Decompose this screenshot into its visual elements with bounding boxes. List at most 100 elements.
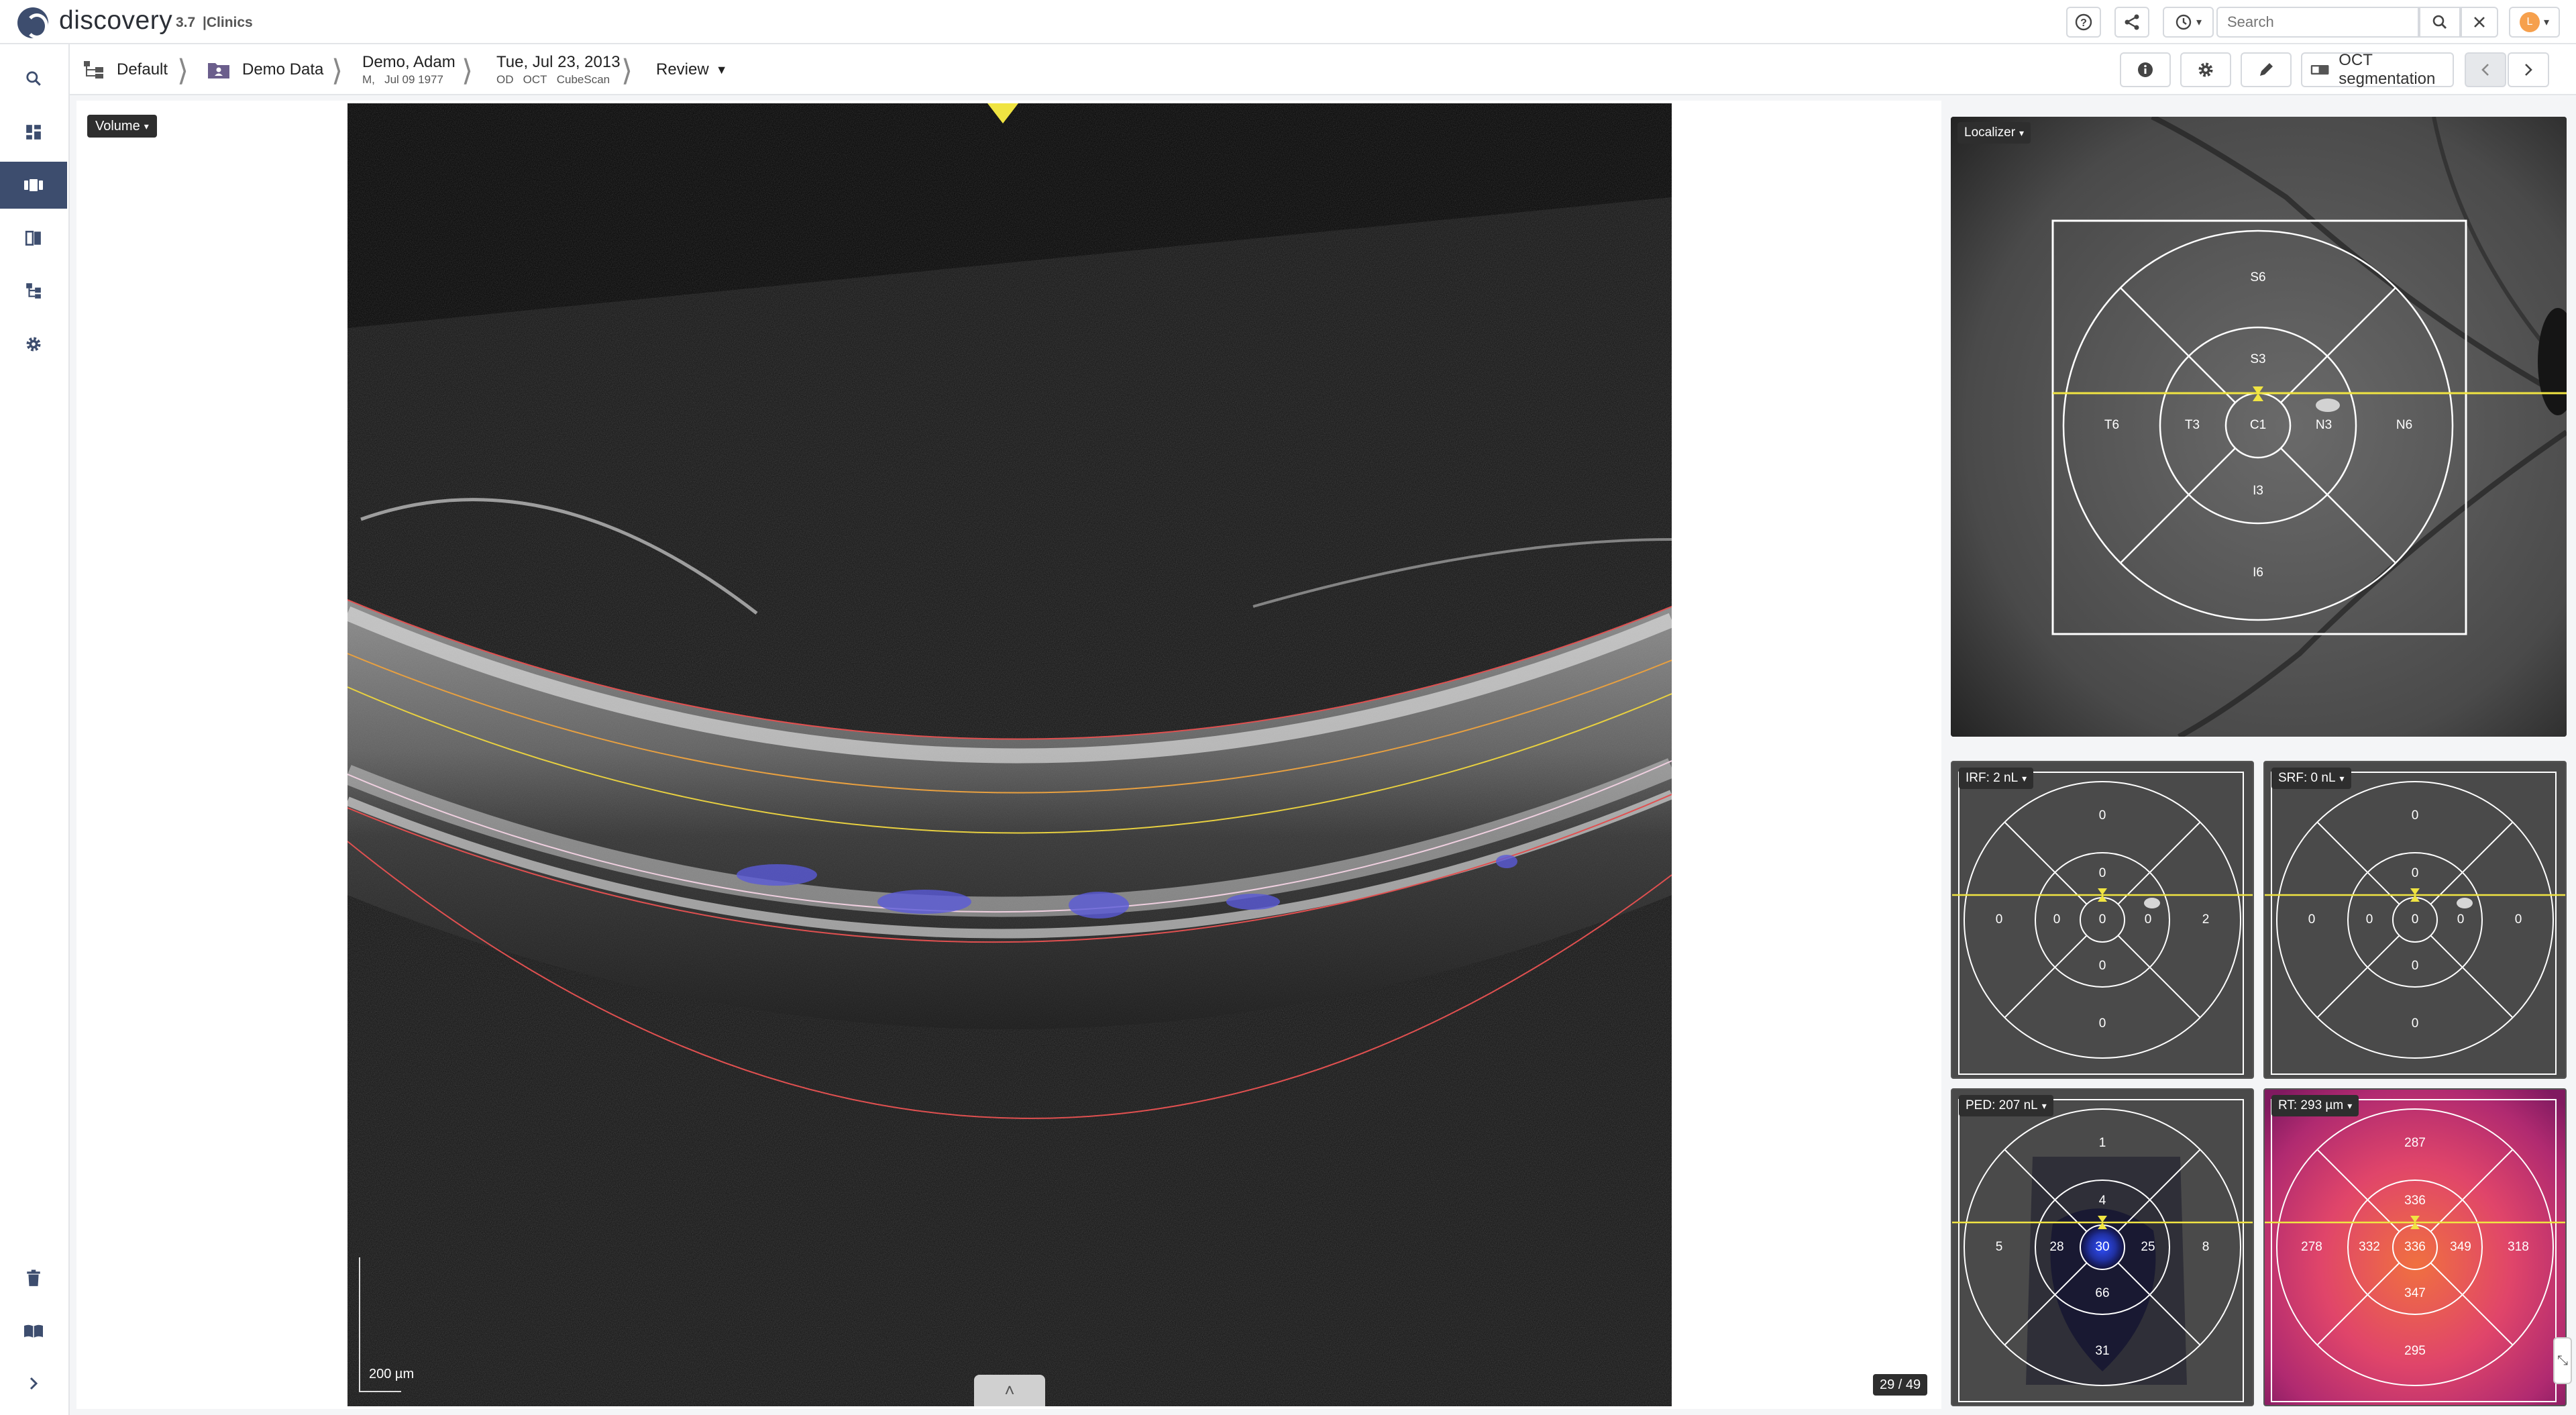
sector-T3: T3 [2185, 418, 2200, 432]
search-button[interactable] [2419, 7, 2461, 38]
ped-N3: 25 [2141, 1240, 2155, 1254]
rt-panel[interactable]: RT: 293 µm ▾ 287 336 278 332 336 349 318… [2263, 1088, 2567, 1406]
nav-compare[interactable] [0, 215, 67, 262]
irf-S6: 0 [2099, 808, 2106, 823]
srf-map: 0 0 0 0 0 0 0 0 0 [2265, 762, 2565, 1078]
rt-S6: 287 [2404, 1136, 2426, 1150]
mode-dropdown[interactable]: Review ▼ [656, 44, 728, 95]
crumb-patient[interactable]: Demo, Adam M, Jul 09 1977 [362, 44, 455, 95]
rt-N6: 318 [2508, 1240, 2529, 1254]
prev-button[interactable] [2465, 52, 2506, 87]
help-button[interactable]: ? [2066, 7, 2101, 38]
nav-settings[interactable] [0, 321, 67, 368]
nav-workflow[interactable] [0, 267, 67, 314]
search-input[interactable] [2216, 7, 2419, 38]
mode-label: Review [656, 60, 709, 78]
next-button[interactable] [2508, 52, 2549, 87]
app-name: discovery [59, 6, 173, 35]
localizer-panel[interactable]: Localizer ▾ S6 S3 T6 T3 C1 N3 N6 I3 I6 [1951, 117, 2567, 737]
crumb-exam[interactable]: Tue, Jul 23, 2013 OD OCT CubeScan [496, 44, 621, 95]
irf-map: 0 0 0 0 0 0 2 0 0 [1952, 762, 2253, 1078]
chevron-up-icon: ˄ [1004, 1380, 1015, 1400]
share-button[interactable] [2114, 7, 2149, 38]
chevron-down-icon: ▾ [2022, 772, 2027, 784]
clear-search-button[interactable] [2461, 7, 2498, 38]
info-button[interactable] [2120, 52, 2171, 87]
localizer-label: Localizer [1964, 125, 2016, 140]
localizer-dropdown[interactable]: Localizer ▾ [1957, 122, 2031, 144]
workflow-icon [26, 283, 41, 299]
irf-N3: 0 [2145, 912, 2152, 927]
chevron-right-icon: ⟩ [462, 54, 474, 87]
ped-I6: 31 [2095, 1344, 2109, 1358]
svg-text:?: ? [2080, 17, 2087, 29]
irf-I6: 0 [2099, 1016, 2106, 1031]
patient-sex: M, [362, 73, 375, 86]
chevron-down-icon: ▾ [2041, 1100, 2047, 1111]
exam-date: Tue, Jul 23, 2013 [496, 53, 621, 71]
nav-search[interactable] [0, 55, 67, 102]
irf-N6: 2 [2202, 912, 2210, 927]
srf-T6: 0 [2308, 912, 2316, 927]
compare-icon [25, 230, 41, 246]
gear-icon [2198, 62, 2213, 77]
chevron-down-icon: ▾ [2347, 1100, 2353, 1111]
srf-label: SRF: 0 nL [2278, 771, 2336, 785]
ped-I3: 66 [2095, 1286, 2109, 1300]
patient-dob: Jul 09 1977 [384, 73, 443, 86]
srf-S3: 0 [2412, 866, 2419, 880]
chevron-right-icon: ⟩ [177, 54, 189, 87]
sector-S6: S6 [2250, 270, 2265, 284]
panel-resize-handle[interactable]: ⤡ [2553, 1337, 2572, 1384]
srf-panel[interactable]: SRF: 0 nL ▾ 0 0 0 0 0 0 0 0 0 [2263, 761, 2567, 1079]
irf-panel[interactable]: IRF: 2 nL ▾ 0 0 0 0 0 0 2 0 0 [1951, 761, 2254, 1079]
sector-N6: N6 [2396, 418, 2412, 432]
irf-dropdown[interactable]: IRF: 2 nL ▾ [1959, 768, 2034, 789]
view-settings-button[interactable] [2180, 52, 2231, 87]
chevron-down-icon: ▾ [2019, 127, 2025, 138]
nav-trash[interactable] [0, 1255, 67, 1302]
chevron-right-icon [2525, 64, 2532, 76]
ped-panel[interactable]: PED: 207 nL ▾ 1 4 5 28 30 25 8 66 31 [1951, 1088, 2254, 1406]
chevron-right-icon: ⟩ [621, 54, 633, 87]
irf-T3: 0 [2053, 912, 2061, 927]
patient-name: Demo, Adam [362, 53, 455, 71]
search-icon [26, 71, 41, 86]
nav-viewer[interactable] [0, 162, 67, 209]
irf-I3: 0 [2099, 959, 2106, 973]
resize-icon: ⤡ [2557, 1353, 2568, 1368]
breadcrumb: Default ⟩ Demo Data ⟩ Demo, Adam M, Jul … [70, 44, 2576, 95]
rt-I3: 347 [2404, 1286, 2426, 1300]
nav-expand[interactable] [0, 1360, 67, 1407]
ped-dropdown[interactable]: PED: 207 nL ▾ [1959, 1095, 2053, 1116]
crumb-project[interactable]: Demo Data [207, 44, 323, 95]
exam-eye: OD [496, 73, 514, 86]
rt-dropdown[interactable]: RT: 293 µm ▾ [2271, 1095, 2359, 1116]
user-menu-button[interactable]: L ▾ [2509, 7, 2560, 38]
oct-bscan-graphic [347, 103, 1672, 1406]
avatar: L [2519, 12, 2540, 32]
srf-dropdown[interactable]: SRF: 0 nL ▾ [2271, 768, 2351, 789]
irf-label: IRF: 2 nL [1966, 771, 2019, 785]
history-dropdown[interactable]: ▾ [2163, 7, 2214, 38]
annotate-button[interactable] [2241, 52, 2292, 87]
ped-label: PED: 207 nL [1966, 1098, 2038, 1112]
oct-bscan-image[interactable] [347, 103, 1672, 1406]
crumb-workspace-label: Default [117, 60, 168, 78]
nav-docs[interactable] [0, 1308, 67, 1355]
crumb-workspace[interactable]: Default [83, 44, 168, 95]
exam-modality: OCT [523, 73, 547, 86]
ped-T3: 28 [2049, 1240, 2063, 1254]
volume-dropdown[interactable]: Volume ▾ [87, 115, 157, 138]
sector-I3: I3 [2253, 484, 2263, 498]
oct-segmentation-button[interactable]: OCT segmentation [2301, 51, 2454, 88]
oct-segmentation-label: OCT segmentation [2339, 51, 2436, 88]
srf-C1: 0 [2412, 912, 2419, 927]
slice-handle[interactable]: ˄ [974, 1375, 1045, 1406]
book-icon [24, 1324, 43, 1338]
info-icon [2138, 62, 2153, 77]
sector-N3: N3 [2316, 418, 2332, 432]
nav-dashboard[interactable] [0, 109, 67, 156]
exam-protocol: CubeScan [556, 73, 610, 86]
chevron-down-icon: ▾ [2196, 17, 2202, 28]
